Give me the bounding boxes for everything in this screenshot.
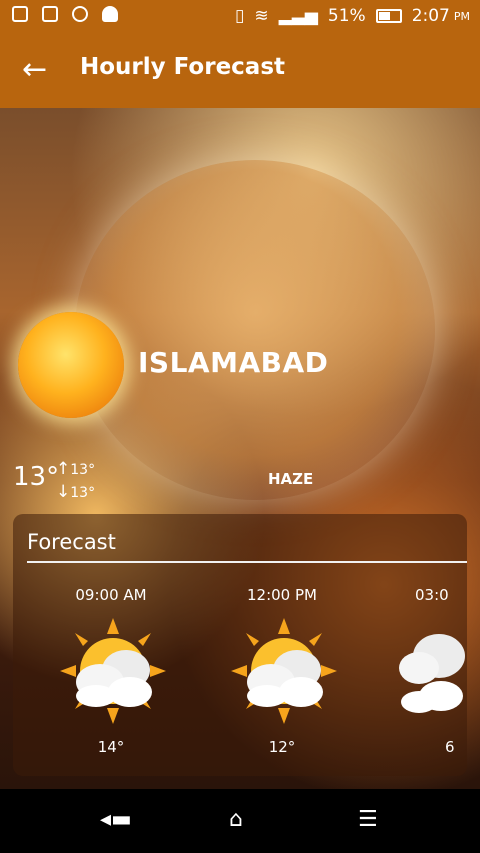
sun-icon (18, 312, 124, 418)
screen-icon (12, 6, 28, 22)
low-temp: 13° (70, 485, 96, 501)
partly-cloudy-icon (60, 618, 166, 724)
usb-icon (72, 6, 88, 22)
partly-cloudy-icon (231, 618, 337, 724)
city-name: ISLAMABAD (138, 346, 329, 379)
navigation-bar: ◂▬ ⌂ ☰ (0, 789, 480, 853)
forecast-slot[interactable]: 03:0 6 (373, 582, 467, 762)
cloudy-icon (399, 634, 465, 713)
wifi-icon: ≋ (254, 6, 269, 26)
arrow-down-icon: ↓ (56, 482, 71, 502)
code-icon (42, 6, 58, 22)
high-low: ↑13° ↓13° (56, 458, 95, 504)
forecast-slot[interactable]: 12:00 PM 12° (202, 582, 362, 762)
battery-icon (375, 9, 402, 23)
back-nav-icon[interactable]: ◂▬ (100, 807, 132, 832)
arrow-left-icon: ← (22, 52, 48, 87)
clock-time: 2:07 (411, 6, 450, 26)
current-temperature: 13° (13, 462, 60, 492)
home-nav-icon[interactable]: ⌂ (229, 807, 243, 832)
recents-nav-icon[interactable]: ☰ (358, 807, 378, 832)
forecast-card[interactable]: Forecast 09:00 AM 14° 12:00 PM 12° 03:0 … (13, 514, 467, 776)
glass-globe (75, 160, 435, 500)
forecast-slot[interactable]: 09:00 AM 14° (31, 582, 191, 762)
slot-time: 09:00 AM (75, 586, 147, 604)
slot-temp: 14° (97, 738, 125, 756)
status-bar: ▯ ≋ ▂▃▅ 51% 2:07 PM (0, 0, 480, 34)
forecast-title: Forecast (27, 530, 116, 554)
notification-icons (12, 6, 118, 22)
high-temp: 13° (70, 462, 96, 478)
app-bar: ← Hourly Forecast (0, 34, 480, 108)
battery-percent: 51% (327, 6, 366, 26)
vibrate-icon: ▯ (235, 6, 245, 26)
slot-time: 03:0 (415, 586, 449, 604)
slot-time: 12:00 PM (247, 586, 317, 604)
android-icon (102, 6, 118, 22)
divider (27, 561, 467, 563)
slot-temp: 6 (445, 738, 455, 756)
arrow-up-icon: ↑ (56, 459, 71, 479)
page-title: Hourly Forecast (80, 54, 286, 80)
system-icons: ▯ ≋ ▂▃▅ 51% 2:07 PM (235, 6, 470, 26)
weather-condition: HAZE (268, 470, 314, 488)
slot-temp: 12° (268, 738, 296, 756)
clock-ampm: PM (453, 9, 470, 23)
signal-icon: ▂▃▅ (278, 6, 318, 26)
back-button[interactable]: ← (22, 52, 52, 88)
